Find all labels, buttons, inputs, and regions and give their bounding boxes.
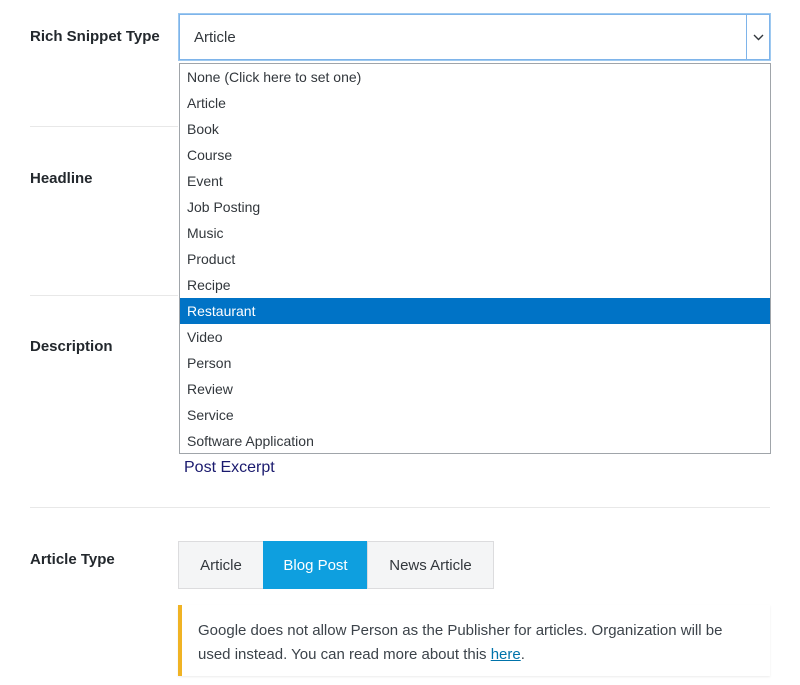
dropdown-option[interactable]: Video (180, 324, 770, 350)
dropdown-option[interactable]: None (Click here to set one) (180, 64, 770, 90)
article-type-label: Article Type (30, 551, 115, 568)
article-type-news-article-button[interactable]: News Article (367, 541, 494, 589)
publisher-notice: Google does not allow Person as the Publ… (178, 605, 770, 676)
notice-suffix: . (520, 646, 525, 663)
dropdown-option[interactable]: Book (180, 116, 770, 142)
article-type-blog-post-button[interactable]: Blog Post (263, 541, 368, 589)
dropdown-option-highlighted[interactable]: Restaurant (180, 298, 770, 324)
dropdown-option[interactable]: Review (180, 376, 770, 402)
article-type-article-button[interactable]: Article (178, 541, 264, 589)
rich-snippet-type-select[interactable]: Article (179, 14, 770, 60)
notice-here-link[interactable]: here (491, 646, 521, 663)
post-excerpt-link[interactable]: Post Excerpt (184, 459, 275, 477)
selected-value: Article (194, 29, 236, 46)
chevron-down-icon[interactable] (746, 15, 769, 59)
headline-label: Headline (30, 170, 93, 187)
divider (30, 507, 770, 508)
dropdown-option[interactable]: Music (180, 220, 770, 246)
dropdown-option[interactable]: Product (180, 246, 770, 272)
dropdown-option[interactable]: Software Application (180, 428, 770, 454)
dropdown-option[interactable]: Course (180, 142, 770, 168)
dropdown-option[interactable]: Person (180, 350, 770, 376)
divider (30, 295, 178, 296)
description-label: Description (30, 338, 113, 355)
dropdown-option[interactable]: Service (180, 402, 770, 428)
dropdown-option[interactable]: Article (180, 90, 770, 116)
dropdown-option[interactable]: Event (180, 168, 770, 194)
rich-snippet-dropdown: None (Click here to set one) Article Boo… (179, 63, 771, 454)
dropdown-option[interactable]: Recipe (180, 272, 770, 298)
dropdown-option[interactable]: Job Posting (180, 194, 770, 220)
notice-text: Google does not allow Person as the Publ… (198, 622, 723, 663)
rich-snippet-type-label: Rich Snippet Type (30, 28, 160, 45)
divider (30, 126, 178, 127)
